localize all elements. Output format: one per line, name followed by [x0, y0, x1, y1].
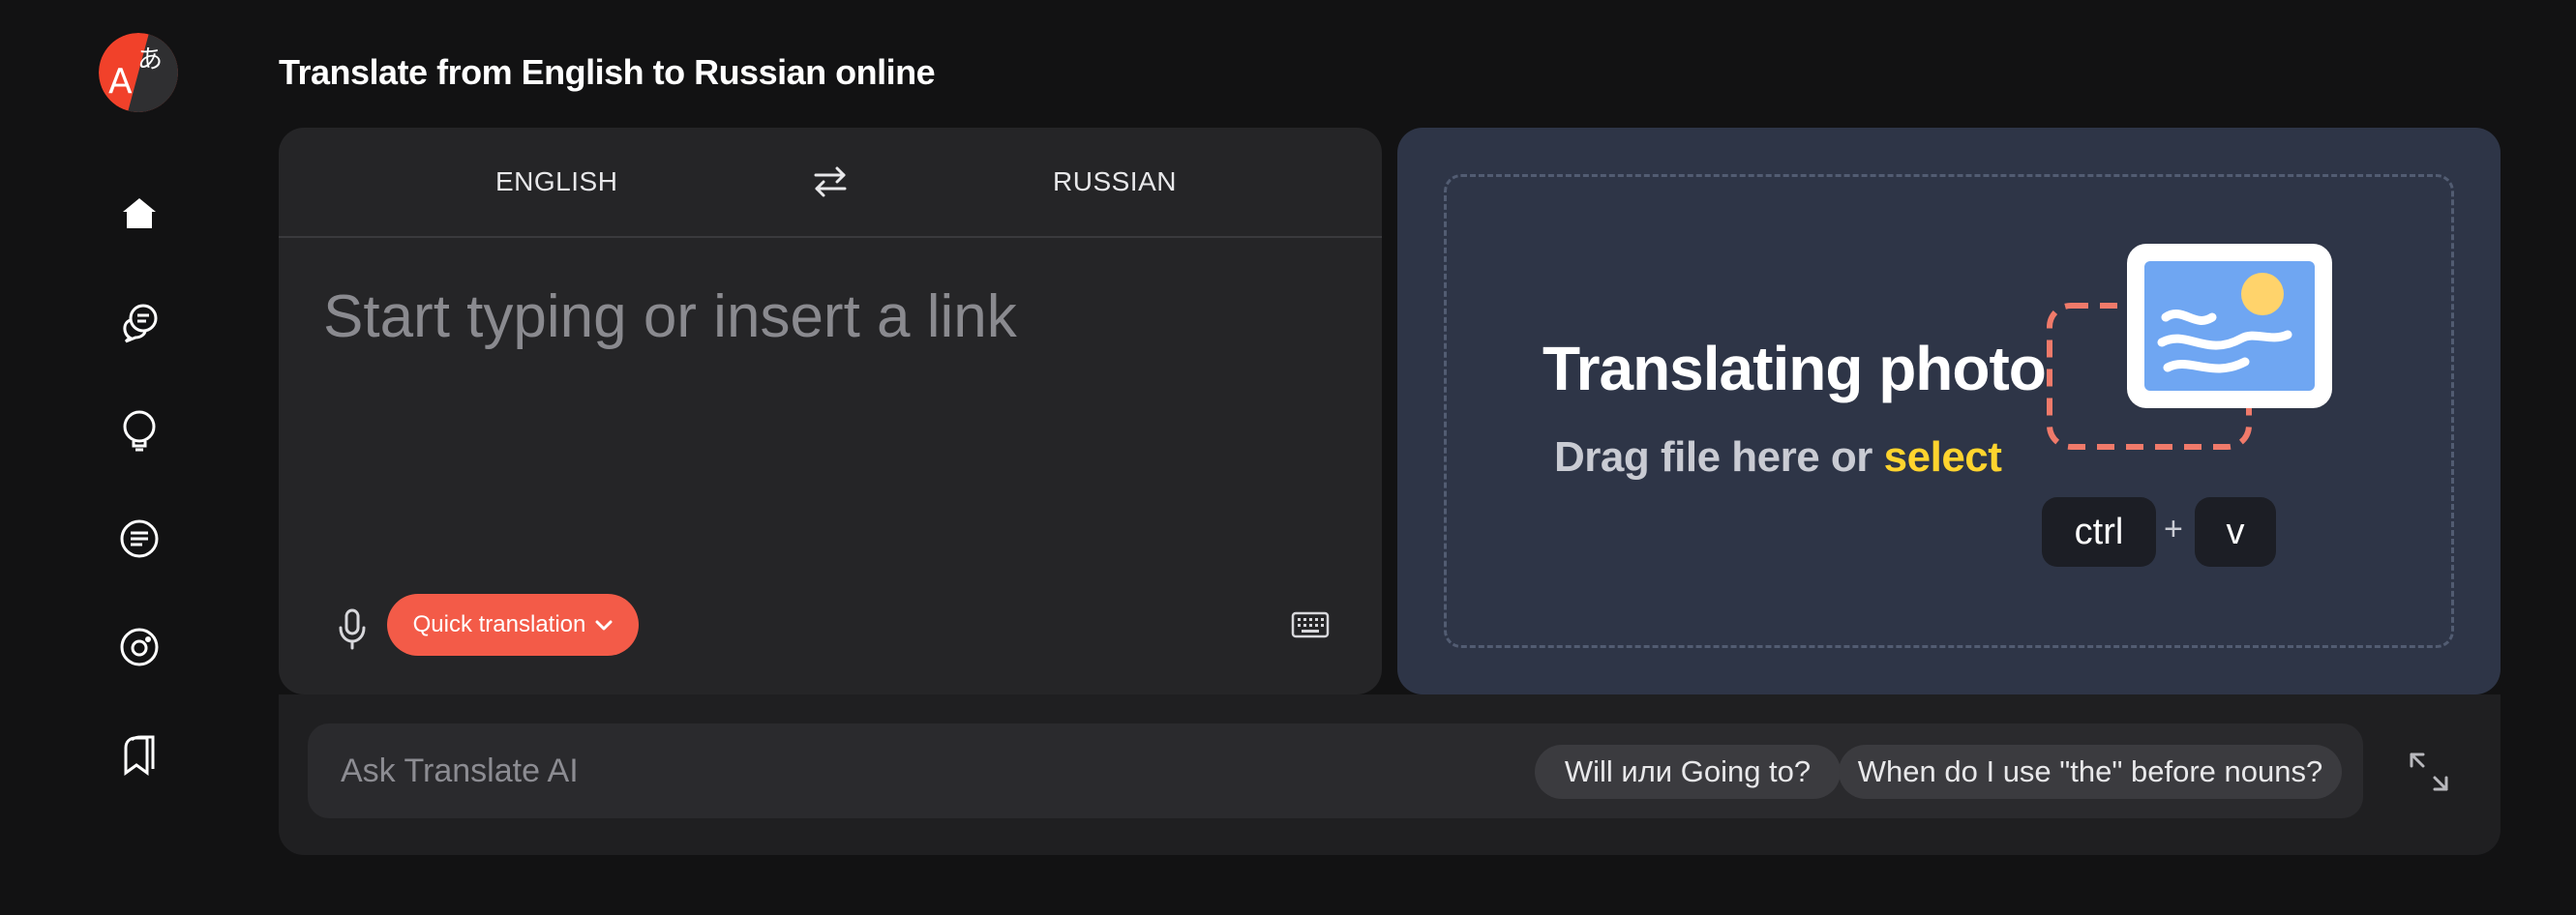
photo-subtitle-text: Drag file here or — [1554, 433, 1884, 481]
photo-subtitle: Drag file here or select — [1554, 433, 2002, 482]
chevron-down-icon — [595, 611, 613, 638]
home-icon[interactable] — [112, 187, 166, 241]
source-text-input[interactable] — [323, 282, 1339, 573]
sidebar: A あ — [0, 0, 281, 915]
camera-icon[interactable] — [112, 620, 166, 674]
v-key-hint: v — [2195, 497, 2276, 567]
language-bar: ENGLISH RUSSIAN — [279, 128, 1382, 238]
quick-translation-button[interactable]: Quick translation — [387, 594, 639, 656]
photo-illustration-icon — [2042, 242, 2342, 455]
document-lines-icon[interactable] — [112, 512, 166, 566]
ask-ai-input[interactable] — [341, 747, 1405, 795]
expand-icon[interactable] — [2406, 749, 2452, 795]
quick-translation-label: Quick translation — [412, 611, 586, 637]
ai-suggestion-chip[interactable]: Will или Going to? — [1535, 745, 1841, 799]
swap-languages-icon[interactable] — [809, 161, 852, 203]
page-title: Translate from English to Russian online — [279, 52, 936, 92]
chat-bubble-icon[interactable] — [112, 295, 166, 349]
select-file-link[interactable]: select — [1884, 433, 2002, 481]
microphone-icon[interactable] — [329, 602, 375, 656]
keyboard-icon[interactable] — [1289, 605, 1332, 644]
source-language-button[interactable]: ENGLISH — [495, 166, 617, 197]
bookmarks-icon[interactable] — [112, 728, 166, 782]
translate-logo-icon[interactable]: A あ — [99, 33, 178, 112]
lightbulb-icon[interactable] — [112, 403, 166, 458]
ai-suggestion-chip[interactable]: When do I use "the" before nouns? — [1839, 745, 2342, 799]
photo-title: Translating photo — [1543, 334, 2047, 403]
plus-sign: + — [2164, 511, 2183, 547]
svg-text:A: A — [108, 62, 133, 102]
ai-ask-bar: Will или Going to? When do I use "the" b… — [308, 723, 2363, 818]
svg-text:あ: あ — [137, 45, 163, 74]
target-language-button[interactable]: RUSSIAN — [1053, 166, 1177, 197]
ctrl-key-hint: ctrl — [2042, 497, 2156, 567]
source-panel: ENGLISH RUSSIAN Quick translation — [279, 128, 1382, 694]
